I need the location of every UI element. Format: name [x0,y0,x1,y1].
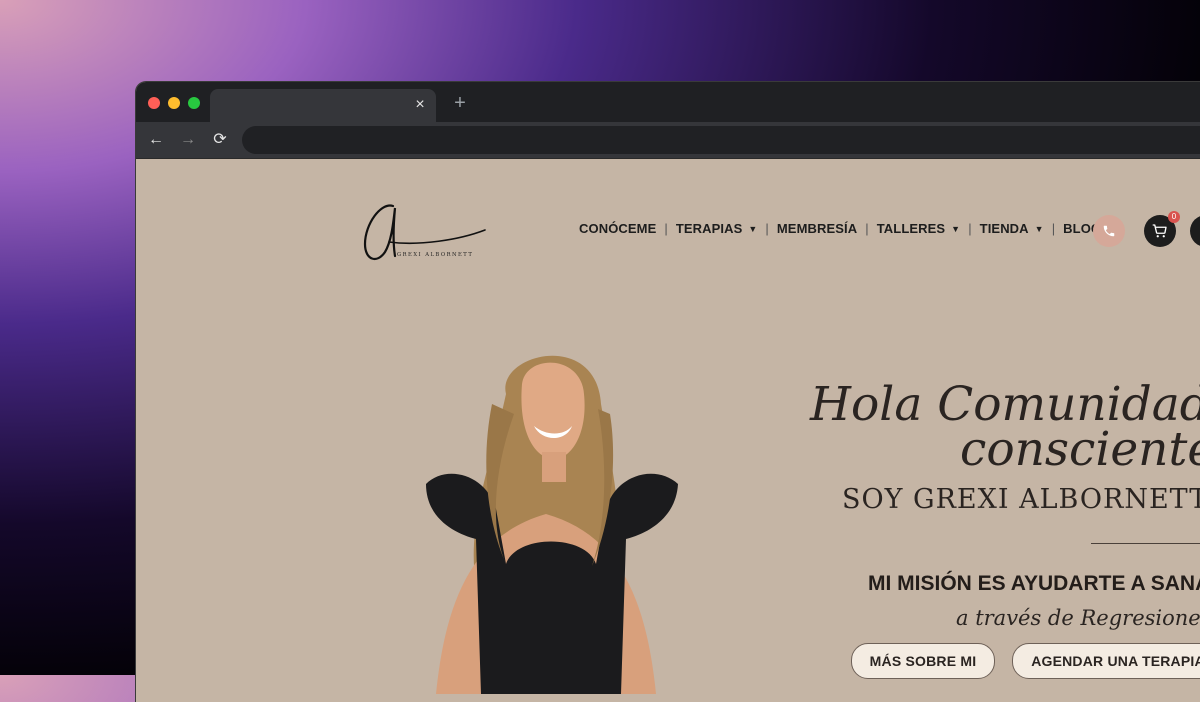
portrait-illustration [426,355,678,694]
chevron-down-icon: ▼ [748,223,758,234]
hero-title-line2: consciente [960,422,1200,477]
reload-icon[interactable]: ⟳ [210,130,230,150]
nav-separator: | [1051,221,1056,236]
chevron-down-icon: ▼ [1034,223,1044,234]
svg-text:GREXI ALBORNETT: GREXI ALBORNETT [397,252,473,258]
hero-tagline: a través de Regresiones [956,606,1200,630]
minimize-window-button[interactable] [168,97,180,109]
nav-separator: | [968,221,972,236]
nav-label: CONÓCEME [579,221,657,236]
main-nav: CONÓCEME | TERAPIAS ▼ | MEMBRESÍA | TALLE… [579,221,1116,236]
more-about-me-button[interactable]: MÁS SOBRE MI [851,643,995,679]
nav-label: TALLERES [876,221,946,236]
browser-titlebar: × + [136,82,1200,122]
nav-label: TIENDA [979,221,1029,236]
account-button[interactable] [1190,215,1200,247]
logo-signature-icon: GREXI ALBORNETT [363,204,486,261]
nav-item-talleres[interactable]: TALLERES ▼ [877,221,960,236]
hero-mission: MI MISIÓN ES AYUDARTE A SANAR [868,572,1200,595]
nav-separator: | [664,221,668,236]
forward-icon[interactable]: → [178,130,198,150]
browser-tab[interactable]: × [210,89,436,122]
schedule-therapy-button[interactable]: AGENDAR UNA TERAPIA [1012,643,1200,679]
nav-item-membresia[interactable]: MEMBRESÍA [777,221,857,236]
tab-close-icon[interactable]: × [410,95,430,115]
nav-item-conoceme[interactable]: CONÓCEME [579,221,656,236]
nav-separator: | [865,221,869,236]
nav-label: TERAPIAS [675,221,743,236]
maximize-window-button[interactable] [188,97,200,109]
site-logo[interactable]: GREXI ALBORNETT [359,194,489,274]
hero-divider [1091,543,1200,544]
phone-icon [1103,225,1115,237]
nav-item-terapias[interactable]: TERAPIAS ▼ [676,221,758,236]
new-tab-icon[interactable]: + [450,93,470,113]
cart-button[interactable]: 0 [1144,211,1180,247]
cart-count-badge: 0 [1168,211,1180,223]
address-bar[interactable] [242,126,1200,154]
cart-icon [1152,224,1167,238]
back-icon[interactable]: ← [146,130,166,150]
close-window-button[interactable] [148,97,160,109]
browser-window: × + ← → ⟳ GREXI ALBORNETT CONÓCEME | TER… [136,82,1200,702]
nav-separator: | [765,221,769,236]
nav-label: MEMBRESÍA [776,221,858,236]
hero-portrait-image [396,334,696,694]
page-content: GREXI ALBORNETT CONÓCEME | TERAPIAS ▼ | M… [136,159,1200,702]
nav-item-tienda[interactable]: TIENDA ▼ [980,221,1044,236]
phone-button[interactable] [1093,215,1125,247]
chevron-down-icon: ▼ [951,223,961,234]
browser-toolbar: ← → ⟳ [136,122,1200,159]
hero-subtitle: SOY GREXI ALBORNETT [842,484,1200,515]
